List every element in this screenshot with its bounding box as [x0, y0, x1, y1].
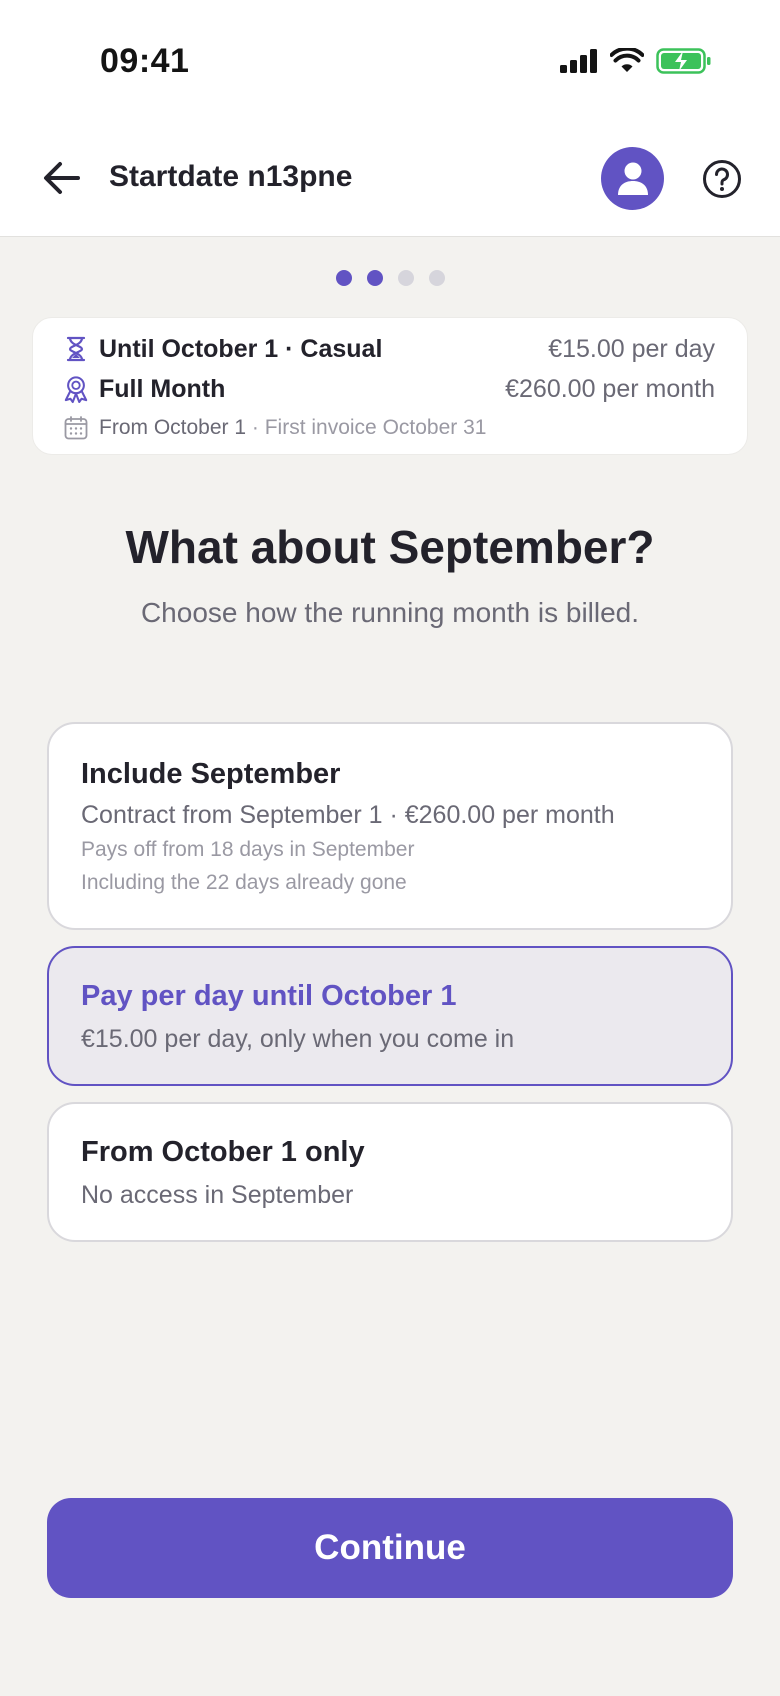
top-bar: 09:41 Startdate n13pne — [0, 0, 780, 237]
award-ribbon-icon — [63, 374, 89, 404]
page-title: Startdate n13pne — [109, 160, 353, 193]
option-description: No access in September — [81, 1181, 354, 1209]
option-title: Include September — [81, 758, 341, 790]
profile-button[interactable] — [601, 147, 664, 210]
step-indicator — [0, 270, 780, 286]
option-description: Contract from September 1 · €260.00 per … — [81, 801, 615, 829]
plan-summary-card: Until October 1 · Casual €15.00 per day … — [32, 317, 748, 455]
question-title: What about September? — [125, 521, 655, 573]
step-dot — [366, 270, 383, 286]
status-time: 09:41 — [100, 42, 190, 80]
step-dot — [397, 270, 414, 286]
hourglass-icon — [63, 334, 89, 364]
option-title: Pay per day until October 1 — [81, 980, 457, 1012]
summary-value: €15.00 per day — [548, 334, 715, 363]
arrow-left-icon — [44, 162, 80, 194]
first-invoice-text: · First invoice October 31 — [246, 416, 487, 439]
start-date-text: From October 1 · First invoice October 3… — [99, 416, 715, 440]
start-date-label: From October 1 — [99, 416, 247, 439]
status-icons — [560, 48, 712, 74]
option-pay-per-day[interactable]: Pay per day until October 1 €15.00 per d… — [47, 946, 733, 1086]
summary-label: Full Month — [99, 374, 226, 403]
summary-row-start-date: From October 1 · First invoice October 3… — [63, 413, 715, 443]
user-icon — [617, 162, 648, 195]
help-button[interactable] — [700, 157, 744, 201]
option-note: Pays off from 18 days in September — [81, 838, 415, 861]
step-dot — [335, 270, 352, 286]
question-circle-icon — [703, 160, 741, 198]
step-dot — [428, 270, 445, 286]
summary-row-casual: Until October 1 · Casual €15.00 per day — [63, 334, 715, 364]
summary-label: Until October 1 · Casual — [99, 334, 383, 363]
option-include-september[interactable]: Include September Contract from Septembe… — [47, 722, 733, 930]
calendar-icon — [63, 413, 89, 443]
signal-icon — [560, 49, 597, 73]
question-subtitle: Choose how the running month is billed. — [140, 597, 640, 628]
battery-charging-icon — [656, 48, 711, 74]
summary-value: €260.00 per month — [505, 374, 715, 403]
back-button[interactable] — [36, 152, 88, 204]
wifi-icon — [610, 48, 644, 72]
option-from-october-only[interactable]: From October 1 only No access in Septemb… — [47, 1102, 733, 1242]
option-note: Including the 22 days already gone — [81, 871, 407, 894]
option-title: From October 1 only — [81, 1136, 365, 1168]
summary-row-full-month: Full Month €260.00 per month — [63, 374, 715, 404]
option-description: €15.00 per day, only when you come in — [81, 1025, 515, 1053]
continue-button[interactable]: Continue — [47, 1498, 733, 1598]
